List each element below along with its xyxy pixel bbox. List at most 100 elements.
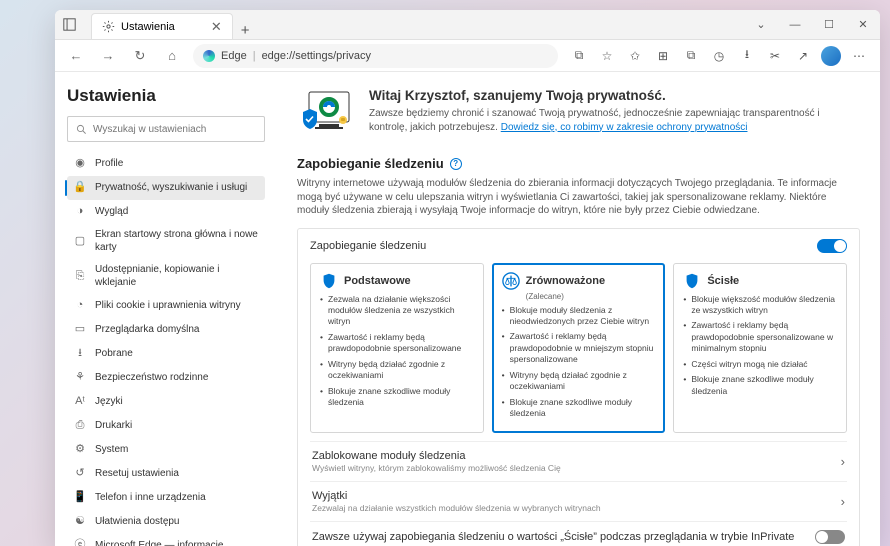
tracking-level-1[interactable]: Zrównoważone(Zalecane)Blokuje moduły śle… [492,263,666,433]
share-icon[interactable]: ↗ [792,45,814,67]
tabs-sidebar-button[interactable] [55,18,83,31]
tab-settings[interactable]: Ustawienia ✕ [91,13,233,39]
sidebar-item[interactable]: ⭳ Pobrane [67,342,265,366]
sidebar-item[interactable]: ☯ Ułatwienia dostępu [67,510,265,534]
gear-icon [102,20,115,33]
sidebar-item[interactable]: ▢ Ekran startowy strona główna i nowe kar… [67,224,265,259]
minimize-button[interactable]: — [778,10,812,40]
sidebar-item[interactable]: ◔ Pliki cookie i uprawnienia witryny [67,294,265,318]
search-input[interactable] [93,124,256,135]
sidebar-item[interactable]: ⚘Bezpieczeństwo rodzinne [67,366,265,390]
sidebar-item[interactable]: 📱 Telefon i inne urządzenia [67,486,265,510]
sidebar-item-label: Udostępnianie, kopiowanie i wklejanie [95,264,259,289]
screenshot-icon[interactable]: ✂ [764,45,786,67]
history-icon[interactable]: ◷ [708,45,730,67]
account-avatar[interactable] [820,45,842,67]
tracking-level-0[interactable]: PodstawoweZezwala na działanie większośc… [310,263,484,433]
sidebar-item[interactable]: ↺Resetuj ustawienia [67,462,265,486]
sidebar-item[interactable]: Aᵗ Języki [67,390,265,414]
privacy-illustration [297,88,355,138]
tracking-toggle[interactable] [817,239,847,253]
tracking-section-desc: Witryny internetowe używają modułów śled… [297,177,860,218]
phone-icon: 📱 [73,491,87,505]
chevron-right-icon: › [841,454,845,469]
sidebar-search[interactable] [67,116,265,142]
tracking-section-title: Zapobieganie śledzeniu ? [297,156,860,171]
sidebar-item[interactable]: 🔒Prywatność, wyszukiwanie i usługi [67,176,265,200]
shield-icon [683,272,701,290]
url-box[interactable]: Edge | [193,44,558,68]
system-icon: ⚙ [73,443,87,457]
language-icon: Aᵗ [73,395,87,409]
accessibility-icon: ☯ [73,515,87,529]
back-button[interactable]: ← [65,45,87,67]
search-icon [76,124,87,135]
exceptions-row[interactable]: Wyjątki Zezwalaj na działanie wszystkich… [310,481,847,521]
sidebar-item-label: Microsoft Edge — informacje [95,540,223,546]
level-bullets: Blokuje większość modułów śledzenia ze w… [683,294,837,398]
blocked-trackers-row[interactable]: Zablokowane moduły śledzenia Wyświetl wi… [310,441,847,481]
level-subtitle: (Zalecane) [526,292,656,301]
sidebar-item-label: Profile [95,158,123,171]
maximize-button[interactable]: ☐ [812,10,846,40]
sidebar-item[interactable]: ▭Przeglądarka domyślna [67,318,265,342]
tracking-level-2[interactable]: ŚcisłeBlokuje większość modułów śledzeni… [673,263,847,433]
titlebar: Ustawienia ✕ + ⌄ — ☐ ✕ [55,10,880,40]
sidebar-item[interactable]: ◉ Profile [67,152,265,176]
url-input[interactable] [262,50,548,62]
more-icon[interactable]: ⋯ [848,45,870,67]
tabs-icon: ▢ [73,235,87,249]
cookie-icon: ◔ [73,299,87,313]
favorites-bar-icon[interactable]: ✩ [624,45,646,67]
sidebar-item-label: Wygląd [95,206,128,219]
shield-icon [502,272,520,290]
settings-main: Witaj Krzysztof, szanujemy Twoją prywatn… [277,72,880,546]
chevron-down-icon[interactable]: ⌄ [744,10,778,40]
sidebar-item-label: Ekran startowy strona główna i nowe kart… [95,229,259,254]
settings-sidebar: Ustawienia ◉Profile🔒Prywatność, wyszukiw… [55,72,277,546]
share-icon: ⎘ [73,270,87,284]
tracking-card: Zapobieganie śledzeniu PodstawoweZezwala… [297,228,860,546]
tracking-card-label: Zapobieganie śledzeniu [310,240,426,252]
sidebar-item-label: Telefon i inne urządzenia [95,492,206,505]
hero-link[interactable]: Dowiedz się, co robimy w zakresie ochron… [501,122,748,133]
url-label: Edge [221,50,247,62]
tab-strip: Ustawienia ✕ + [83,10,744,39]
collections-icon[interactable]: ⧉ [680,45,702,67]
close-button[interactable]: ✕ [846,10,880,40]
sidebar-item[interactable]: ⚙ System [67,438,265,462]
browser-window: Ustawienia ✕ + ⌄ — ☐ ✕ ← → ↻ ⌂ Edge | ⧉ … [55,10,880,546]
sidebar-item-label: Pliki cookie i uprawnienia witryny [95,300,241,313]
level-bullets: Blokuje moduły śledzenia z nieodwiedzony… [502,305,656,420]
refresh-button[interactable]: ↻ [129,45,151,67]
sidebar-item[interactable]: ◑Wygląd [67,200,265,224]
sidebar-item[interactable]: ⎘ Udostępnianie, kopiowanie i wklejanie [67,259,265,294]
hero-text: Zawsze będziemy chronić i szanować Twoją… [369,107,860,134]
new-tab-button[interactable]: + [233,22,258,39]
level-bullets: Zezwala na działanie większości modułów … [320,294,474,409]
home-button[interactable]: ⌂ [161,45,183,67]
hero-title: Witaj Krzysztof, szanujemy Twoją prywatn… [369,88,860,103]
reset-icon: ↺ [73,467,87,481]
extensions-icon[interactable]: ⊞ [652,45,674,67]
favorite-icon[interactable]: ☆ [596,45,618,67]
sidebar-item-label: Pobrane [95,348,133,361]
sidebar-list: ◉ Profile 🔒Prywatność, wyszukiwanie i usłu… [67,152,265,546]
sidebar-item[interactable]: ⓔMicrosoft Edge — informacje [67,534,265,546]
tab-title: Ustawienia [121,21,175,33]
downloads-icon[interactable]: ⭳ [736,45,758,67]
sidebar-item[interactable]: ⎙Drukarki [67,414,265,438]
info-icon[interactable]: ? [450,158,462,170]
close-icon[interactable]: ✕ [211,19,222,35]
sidebar-item-label: Ułatwienia dostępu [95,516,180,529]
sidebar-item-label: Przeglądarka domyślna [95,324,200,337]
printer-icon: ⎙ [73,419,87,433]
sidebar-item-label: Języki [95,396,123,409]
user-icon: ◉ [73,157,87,171]
read-aloud-icon[interactable]: ⧉ [568,45,590,67]
download-icon: ⭳ [73,347,87,361]
sidebar-item-label: System [95,444,128,457]
sidebar-item-label: Bezpieczeństwo rodzinne [95,372,208,385]
inprivate-toggle[interactable] [815,530,845,544]
forward-button[interactable]: → [97,45,119,67]
